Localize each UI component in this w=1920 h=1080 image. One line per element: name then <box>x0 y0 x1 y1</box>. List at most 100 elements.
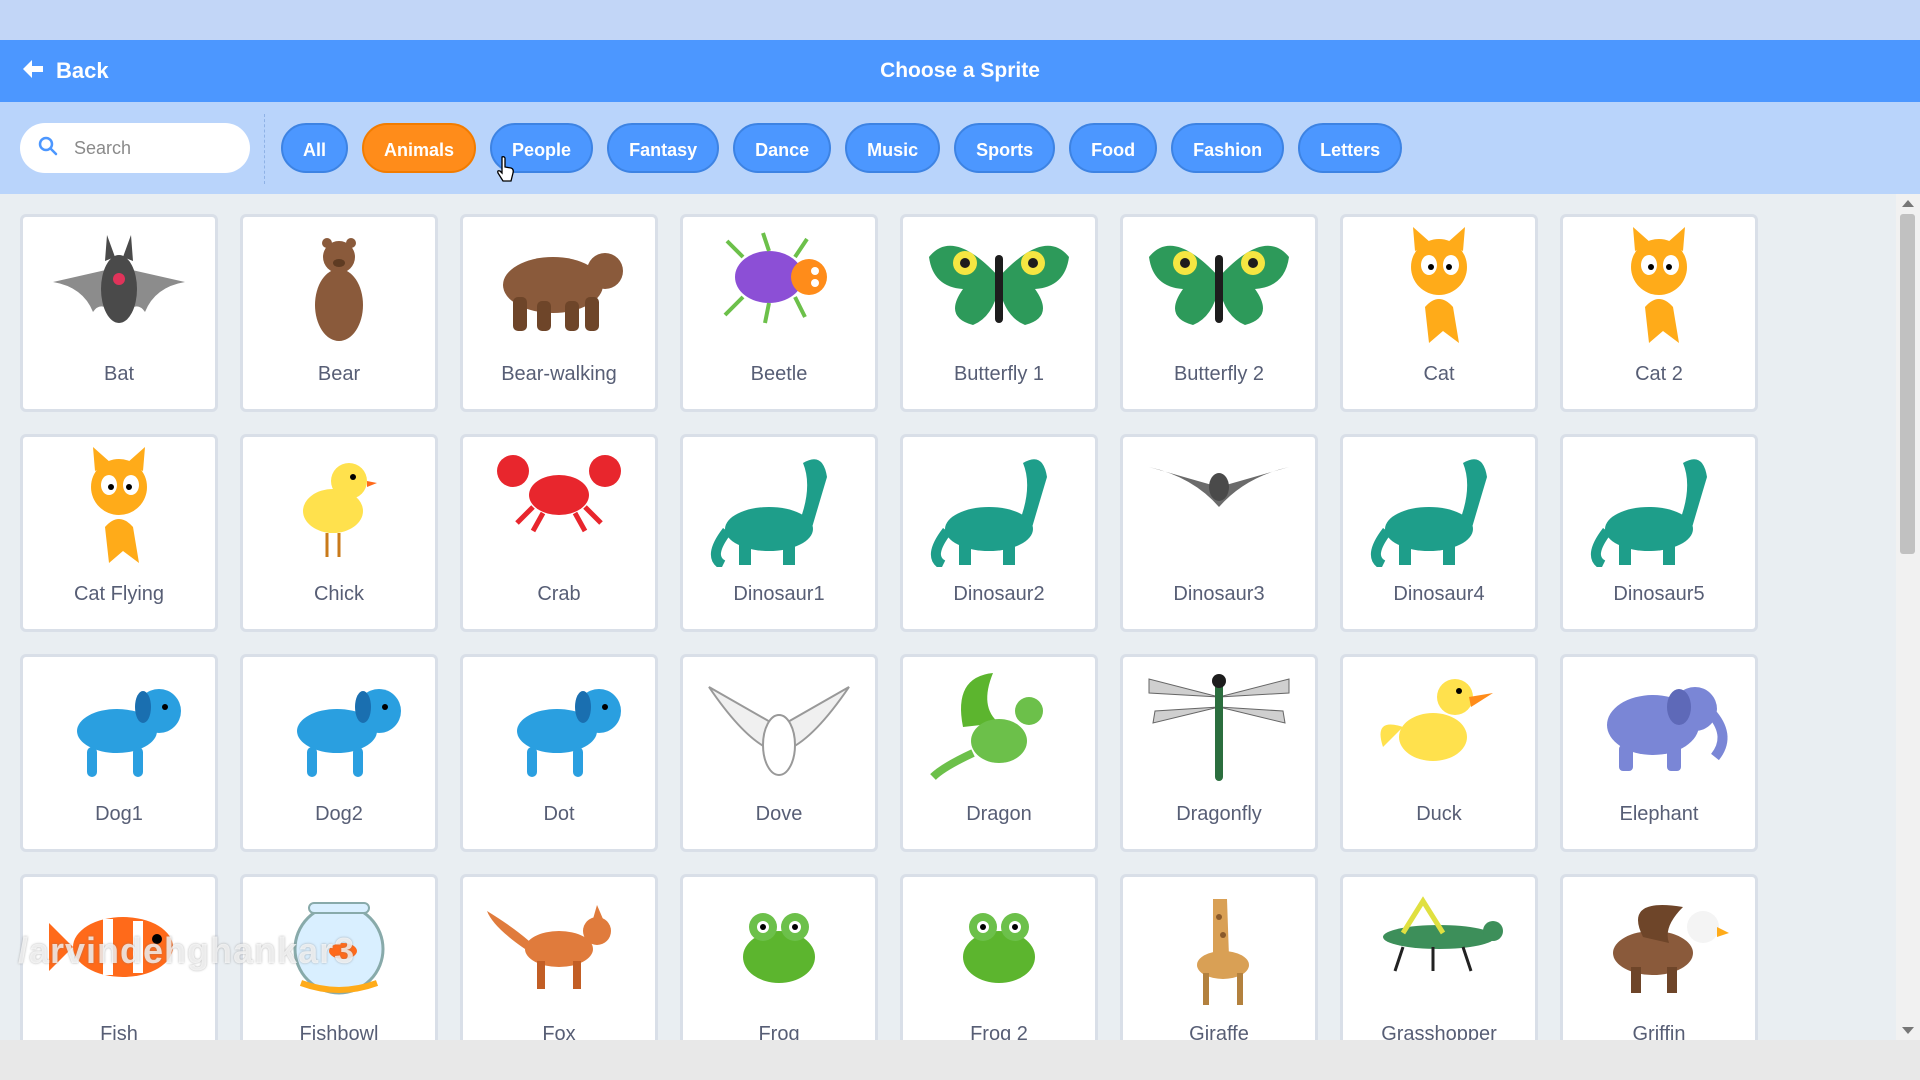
bear-icon <box>263 227 415 347</box>
back-label: Back <box>56 58 109 83</box>
sprite-card-giraffe[interactable]: Giraffe <box>1120 874 1318 1040</box>
sprite-card-fox[interactable]: Fox <box>460 874 658 1040</box>
sprite-name: Bear-walking <box>501 363 617 385</box>
sprite-name: Butterfly 2 <box>1173 363 1265 385</box>
cat-icon <box>1583 227 1735 347</box>
sprite-card-cat-2[interactable]: Cat 2 <box>1560 214 1758 412</box>
sprite-card-dinosaur2[interactable]: Dinosaur2 <box>900 434 1098 632</box>
sprite-card-butterfly-1[interactable]: Butterfly 1 <box>900 214 1098 412</box>
page-title: Choose a Sprite <box>880 59 1040 82</box>
sprite-card-dinosaur3[interactable]: Dinosaur3 <box>1120 434 1318 632</box>
dog-icon <box>263 667 415 787</box>
tag-list: All Animals People Fantasy Dance Music Sports F… <box>281 123 1403 173</box>
sprite-card-dot[interactable]: Dot <box>460 654 658 852</box>
bottom-strip <box>0 1040 1920 1080</box>
tag-food-button[interactable]: Food <box>1069 123 1158 173</box>
sprite-name: Butterfly 1 <box>953 363 1045 385</box>
sprite-name: Fox <box>542 1023 576 1040</box>
tag-dance-button[interactable]: Dance <box>733 123 832 173</box>
sprite-card-bat[interactable]: Bat <box>20 214 218 412</box>
search-box[interactable] <box>20 123 250 173</box>
griffin-icon <box>1583 887 1735 1007</box>
tag-fantasy-button[interactable]: Fantasy <box>607 123 720 173</box>
bat-icon <box>43 227 195 347</box>
tag-letters-button[interactable]: Letters <box>1298 123 1403 173</box>
back-arrow-icon <box>22 59 44 84</box>
butterfly-icon <box>923 227 1075 347</box>
sprite-card-grasshopper[interactable]: Grasshopper <box>1340 874 1538 1040</box>
modal-header: Back Choose a Sprite <box>0 40 1920 102</box>
sprite-name: Frog <box>758 1023 800 1040</box>
sprite-card-frog-2[interactable]: Frog 2 <box>900 874 1098 1040</box>
tag-music-button[interactable]: Music <box>845 123 941 173</box>
bear-walking-icon <box>483 227 635 347</box>
sprite-grid: Bat Bear Bear-walking Beetle Butterfly 1 Butt… <box>20 214 1758 1040</box>
sprite-card-dinosaur1[interactable]: Dinosaur1 <box>680 434 878 632</box>
sprite-name: Cat Flying <box>73 583 165 605</box>
pterodactyl-icon <box>1143 447 1295 567</box>
sprite-library: Bat Bear Bear-walking Beetle Butterfly 1 Butt… <box>0 194 1920 1040</box>
sprite-card-griffin[interactable]: Griffin <box>1560 874 1758 1040</box>
scroll-thumb[interactable] <box>1900 214 1915 554</box>
giraffe-icon <box>1143 887 1295 1007</box>
sprite-name: Dinosaur5 <box>1613 583 1705 605</box>
cat-icon <box>43 447 195 567</box>
sprite-name: Bat <box>103 363 135 385</box>
mouse-pointer-icon <box>496 156 516 187</box>
sprite-name: Elephant <box>1619 803 1699 825</box>
sprite-card-cat-flying[interactable]: Cat Flying <box>20 434 218 632</box>
sprite-card-crab[interactable]: Crab <box>460 434 658 632</box>
sprite-name: Dragonfly <box>1176 803 1262 825</box>
dragon-icon <box>923 667 1075 787</box>
sprite-name: Dot <box>543 803 575 825</box>
dinosaur-icon <box>1363 447 1515 570</box>
sprite-name: Beetle <box>750 363 808 385</box>
sprite-name: Grasshopper <box>1381 1023 1497 1040</box>
vertical-scrollbar[interactable] <box>1896 194 1920 1040</box>
tag-all-button[interactable]: All <box>281 123 349 173</box>
sprite-card-dinosaur4[interactable]: Dinosaur4 <box>1340 434 1538 632</box>
duck-icon <box>1363 667 1515 787</box>
sprite-name: Dragon <box>966 803 1032 825</box>
sprite-name: Frog 2 <box>970 1023 1028 1040</box>
sprite-name: Dinosaur2 <box>953 583 1045 605</box>
sprite-card-dove[interactable]: Dove <box>680 654 878 852</box>
sprite-card-dog2[interactable]: Dog2 <box>240 654 438 852</box>
dog-icon <box>43 667 195 787</box>
scroll-down-icon[interactable] <box>1902 1027 1914 1034</box>
dinosaur-icon <box>1583 447 1735 570</box>
sprite-name: Griffin <box>1632 1023 1686 1040</box>
search-input[interactable] <box>72 136 226 160</box>
cat-icon <box>1363 227 1515 347</box>
sprite-card-dinosaur5[interactable]: Dinosaur5 <box>1560 434 1758 632</box>
scroll-up-icon[interactable] <box>1902 200 1914 207</box>
sprite-card-dragonfly[interactable]: Dragonfly <box>1120 654 1318 852</box>
sprite-card-butterfly-2[interactable]: Butterfly 2 <box>1120 214 1318 412</box>
sprite-card-dog1[interactable]: Dog1 <box>20 654 218 852</box>
sprite-name: Dinosaur1 <box>733 583 825 605</box>
sprite-card-dragon[interactable]: Dragon <box>900 654 1098 852</box>
sprite-card-frog[interactable]: Frog <box>680 874 878 1040</box>
watermark: /arvindehghankar3 <box>18 930 356 971</box>
sprite-card-elephant[interactable]: Elephant <box>1560 654 1758 852</box>
dog-icon <box>483 667 635 787</box>
sprite-card-cat[interactable]: Cat <box>1340 214 1538 412</box>
fox-icon <box>483 887 635 1007</box>
sprite-card-chick[interactable]: Chick <box>240 434 438 632</box>
back-button[interactable]: Back <box>22 40 109 102</box>
sprite-name: Dog1 <box>95 803 143 825</box>
tag-sports-button[interactable]: Sports <box>954 123 1056 173</box>
chick-icon <box>263 447 415 567</box>
dinosaur-icon <box>703 447 855 570</box>
dragonfly-icon <box>1143 667 1295 787</box>
tag-animals-button[interactable]: Animals <box>362 123 477 173</box>
sprite-card-bear[interactable]: Bear <box>240 214 438 412</box>
sprite-name: Chick <box>313 583 364 605</box>
sprite-card-beetle[interactable]: Beetle <box>680 214 878 412</box>
sprite-card-duck[interactable]: Duck <box>1340 654 1538 852</box>
tag-fashion-button[interactable]: Fashion <box>1171 123 1285 173</box>
sprite-name: Cat <box>1423 363 1455 385</box>
grasshopper-icon <box>1363 887 1515 1007</box>
beetle-icon <box>703 227 855 347</box>
sprite-card-bear-walking[interactable]: Bear-walking <box>460 214 658 412</box>
